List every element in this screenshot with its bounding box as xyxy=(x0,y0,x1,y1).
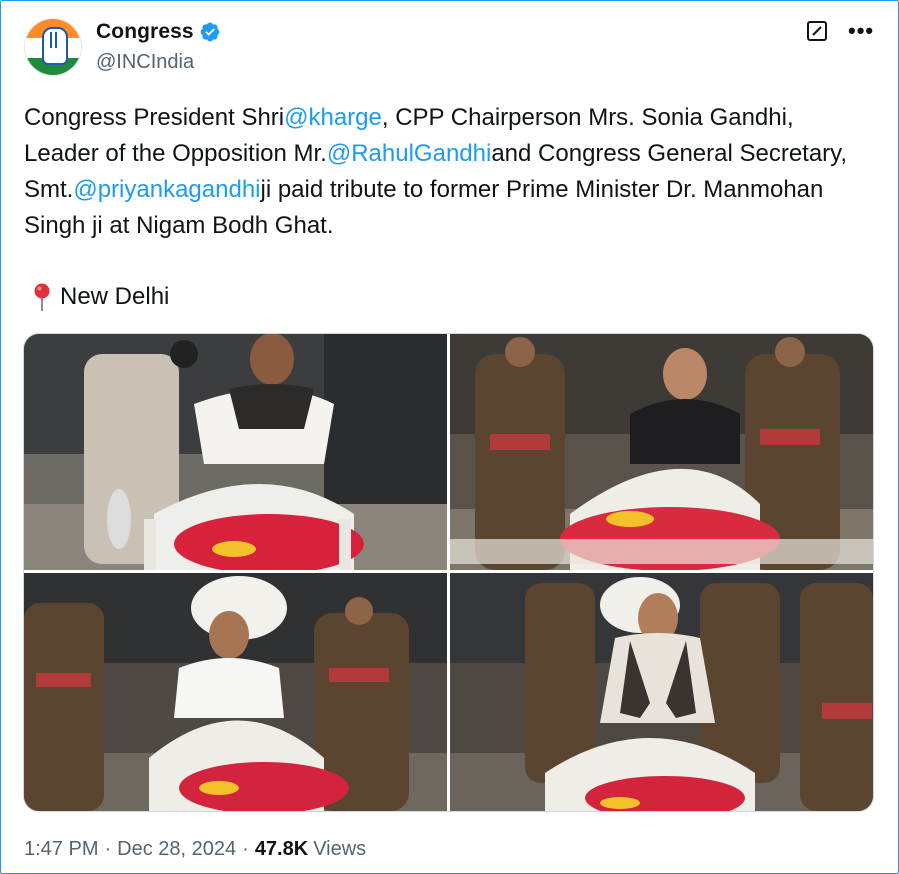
mention-link[interactable]: @RahulGandhi xyxy=(327,140,491,167)
tweet-text-segment: Congress President Shri xyxy=(24,104,285,131)
mention-link[interactable]: @kharge xyxy=(284,104,382,131)
user-handle[interactable]: @INCIndia xyxy=(96,51,194,74)
mention-link[interactable]: @priyankagandhi xyxy=(73,176,260,203)
tweet-meta: 1:47 PM · Dec 28, 2024 · 47.8K Views xyxy=(24,838,366,861)
avatar[interactable] xyxy=(24,18,82,76)
tweet-date[interactable]: Dec 28, 2024 xyxy=(117,838,236,861)
display-name[interactable]: Congress xyxy=(96,20,194,44)
photo-priyanka-gandhi-tribute[interactable] xyxy=(450,573,873,811)
photo-sonia-gandhi-tribute[interactable] xyxy=(450,334,873,570)
photo-rahul-gandhi-tribute[interactable] xyxy=(24,573,447,811)
verified-badge-icon xyxy=(200,22,220,42)
round-pushpin-icon xyxy=(34,283,50,311)
congress-hand-logo-icon xyxy=(42,27,68,65)
photo-kharge-tribute[interactable] xyxy=(24,334,447,570)
meta-separator: · xyxy=(104,838,112,860)
views-count[interactable]: 47.8K xyxy=(255,838,308,861)
grok-icon[interactable] xyxy=(806,20,828,42)
tweet-time[interactable]: 1:47 PM xyxy=(24,838,98,861)
tweet-text: Congress President Shri@kharge, CPP Chai… xyxy=(24,100,874,244)
location-line: New Delhi xyxy=(24,280,169,314)
media-grid xyxy=(23,333,874,812)
views-label: Views xyxy=(313,838,367,860)
location-text: New Delhi xyxy=(60,283,170,310)
more-options-icon[interactable]: ••• xyxy=(848,20,874,42)
meta-separator: · xyxy=(242,838,249,860)
